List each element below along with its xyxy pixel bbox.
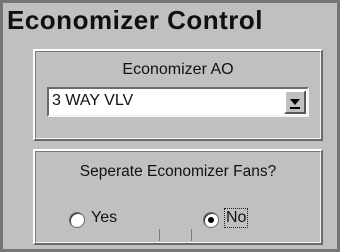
panel-title: Economizer Control <box>7 5 264 35</box>
radio-no-label: No <box>223 208 249 228</box>
dropdown-bar-icon <box>290 107 300 109</box>
radio-yes[interactable]: Yes <box>69 209 169 233</box>
economizer-ao-dropdown[interactable]: 3 WAY VLV <box>47 87 309 117</box>
dropdown-selected-value: 3 WAY VLV <box>52 92 134 109</box>
dropdown-button[interactable] <box>284 90 306 114</box>
bottom-divider-tick <box>191 229 192 241</box>
radio-yes-circle[interactable] <box>69 212 85 228</box>
chevron-down-icon <box>290 99 300 105</box>
economizer-ao-label: Economizer AO <box>122 61 234 78</box>
separate-fans-group: Seperate Economizer Fans? Yes No <box>33 149 323 245</box>
radio-yes-label: Yes <box>91 209 118 226</box>
separate-fans-question: Seperate Economizer Fans? <box>79 163 277 180</box>
radio-no[interactable]: No <box>203 208 303 233</box>
radio-no-circle[interactable] <box>203 212 219 228</box>
economizer-ao-group: Economizer AO 3 WAY VLV <box>33 49 323 141</box>
bottom-divider-tick <box>159 229 160 241</box>
economizer-control-panel: Economizer Control Economizer AO 3 WAY V… <box>0 0 340 252</box>
radio-selected-dot <box>208 217 214 223</box>
